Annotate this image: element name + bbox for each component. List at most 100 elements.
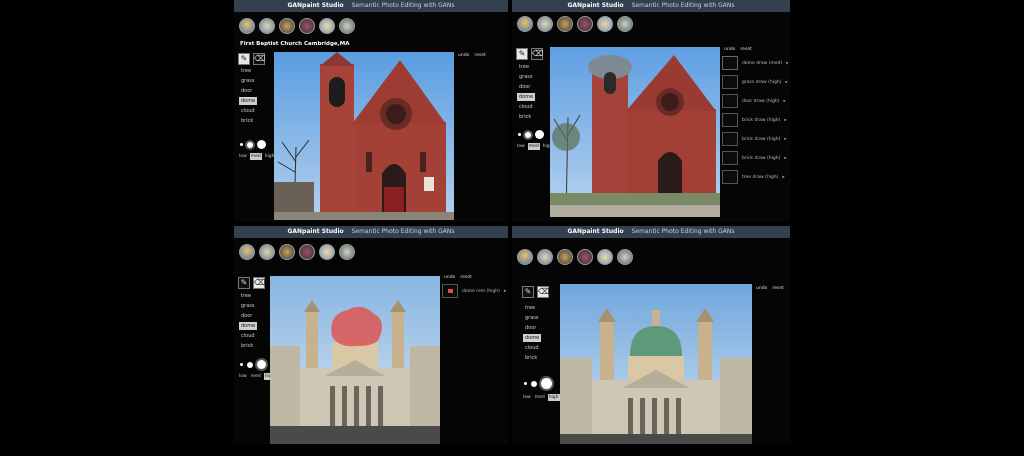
feature-door[interactable]: door: [239, 87, 254, 95]
feature-brick[interactable]: brick: [517, 113, 533, 121]
strength-med[interactable]: med: [534, 394, 546, 401]
feature-tree[interactable]: tree: [517, 63, 531, 71]
history-item[interactable]: brick draw (high) ▸: [722, 132, 789, 146]
eraser-icon[interactable]: ⌫: [253, 277, 265, 289]
canvas-image[interactable]: [274, 52, 454, 220]
canvas-image[interactable]: [270, 276, 440, 444]
history-item[interactable]: grass draw (high) ▸: [722, 75, 789, 89]
thumbnail[interactable]: [239, 18, 255, 34]
expand-arrow-icon[interactable]: ▸: [784, 118, 786, 123]
feature-cloud[interactable]: cloud: [239, 107, 257, 115]
feature-grass[interactable]: grass: [239, 302, 257, 310]
brush-small[interactable]: [524, 382, 527, 385]
feature-brick[interactable]: brick: [523, 354, 539, 362]
feature-door[interactable]: door: [517, 83, 532, 91]
strength-low[interactable]: low: [238, 153, 248, 160]
feature-brick[interactable]: brick: [239, 342, 255, 350]
expand-arrow-icon[interactable]: ▸: [784, 156, 786, 161]
undo-button[interactable]: undo: [458, 53, 469, 58]
reset-button[interactable]: reset: [460, 275, 471, 280]
brush-medium[interactable]: [525, 131, 531, 138]
thumbnail[interactable]: [517, 249, 533, 265]
thumbnail[interactable]: [339, 18, 355, 34]
undo-button[interactable]: undo: [724, 47, 735, 52]
history-item[interactable]: dome draw (med) ▸: [722, 56, 789, 70]
thumbnail[interactable]: [259, 244, 275, 260]
brush-small[interactable]: [240, 363, 243, 366]
thumbnail[interactable]: [299, 244, 315, 260]
feature-dome[interactable]: dome: [517, 93, 536, 101]
thumbnail[interactable]: [617, 249, 633, 265]
expand-arrow-icon[interactable]: ▸: [784, 99, 786, 104]
brush-medium[interactable]: [247, 141, 253, 148]
feature-door[interactable]: door: [239, 312, 254, 320]
feature-grass[interactable]: grass: [239, 77, 257, 85]
expand-arrow-icon[interactable]: ▸: [786, 61, 788, 66]
brush-large[interactable]: [257, 140, 266, 149]
history-item[interactable]: dome rem (high) ▸: [442, 284, 506, 298]
eraser-icon[interactable]: ⌫: [253, 53, 265, 65]
eraser-icon[interactable]: ⌫: [537, 286, 549, 298]
brush-medium[interactable]: [247, 361, 253, 368]
thumbnail[interactable]: [319, 244, 335, 260]
canvas-image[interactable]: [550, 47, 720, 217]
feature-dome[interactable]: dome: [239, 97, 258, 105]
feature-cloud[interactable]: cloud: [523, 344, 541, 352]
brush-large[interactable]: [541, 378, 552, 389]
brush-icon[interactable]: ✎: [522, 286, 534, 298]
thumbnail[interactable]: [259, 18, 275, 34]
feature-grass[interactable]: grass: [523, 314, 541, 322]
strength-low[interactable]: low: [516, 143, 526, 150]
thumbnail[interactable]: [557, 249, 573, 265]
feature-cloud[interactable]: cloud: [517, 103, 535, 111]
strength-high[interactable]: high: [547, 394, 560, 401]
undo-button[interactable]: undo: [756, 286, 767, 291]
feature-door[interactable]: door: [523, 324, 538, 332]
feature-tree[interactable]: tree: [239, 292, 253, 300]
thumbnail[interactable]: [239, 244, 255, 260]
expand-arrow-icon[interactable]: ▸: [784, 137, 786, 142]
reset-button[interactable]: reset: [740, 47, 751, 52]
strength-med[interactable]: med: [250, 373, 262, 380]
brush-medium[interactable]: [531, 380, 537, 387]
undo-button[interactable]: undo: [444, 275, 455, 280]
expand-arrow-icon[interactable]: ▸: [785, 80, 787, 85]
canvas-image[interactable]: [560, 284, 752, 444]
thumbnail[interactable]: [517, 16, 533, 32]
history-item[interactable]: brick draw (high) ▸: [722, 113, 789, 127]
feature-brick[interactable]: brick: [239, 117, 255, 125]
feature-tree[interactable]: tree: [239, 67, 253, 75]
history-item[interactable]: brick draw (high) ▸: [722, 151, 789, 165]
history-item[interactable]: tree draw (high) ▸: [722, 170, 789, 184]
feature-cloud[interactable]: cloud: [239, 332, 257, 340]
brush-icon[interactable]: ✎: [516, 48, 528, 60]
strength-low[interactable]: low: [522, 394, 532, 401]
brush-icon[interactable]: ✎: [238, 277, 250, 289]
reset-button[interactable]: reset: [474, 53, 485, 58]
thumbnail[interactable]: [577, 249, 593, 265]
thumbnail[interactable]: [617, 16, 633, 32]
expand-arrow-icon[interactable]: ▸: [504, 289, 506, 294]
feature-grass[interactable]: grass: [517, 73, 535, 81]
thumbnail[interactable]: [319, 18, 335, 34]
thumbnail[interactable]: [537, 16, 553, 32]
strength-low[interactable]: low: [238, 373, 248, 380]
thumbnail[interactable]: [597, 16, 613, 32]
brush-icon[interactable]: ✎: [238, 53, 250, 65]
thumbnail[interactable]: [577, 16, 593, 32]
history-item[interactable]: door draw (high) ▸: [722, 94, 789, 108]
brush-large[interactable]: [535, 130, 544, 139]
brush-small[interactable]: [240, 143, 243, 146]
strength-med[interactable]: med: [527, 143, 540, 150]
thumbnail[interactable]: [339, 244, 355, 260]
thumbnail[interactable]: [279, 244, 295, 260]
thumbnail[interactable]: [279, 18, 295, 34]
thumbnail[interactable]: [557, 16, 573, 32]
eraser-icon[interactable]: ⌫: [531, 48, 543, 60]
reset-button[interactable]: reset: [772, 286, 783, 291]
brush-small[interactable]: [518, 133, 521, 136]
feature-dome[interactable]: dome: [239, 322, 258, 330]
thumbnail[interactable]: [597, 249, 613, 265]
feature-tree[interactable]: tree: [523, 304, 537, 312]
expand-arrow-icon[interactable]: ▸: [782, 175, 784, 180]
